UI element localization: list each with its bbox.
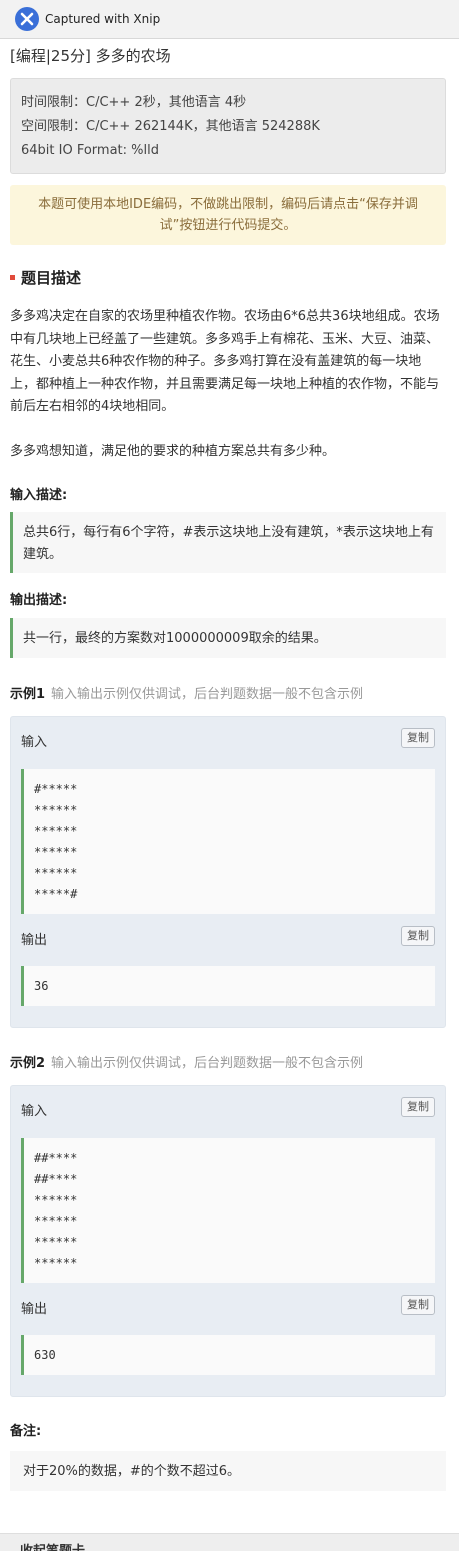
problem-description: 多多鸡决定在自家的农场里种植农作物。农场由6*6总共36块地组成。农场中有几块地… (10, 306, 446, 485)
problem-title: [编程|25分] 多多的农场 (10, 47, 171, 65)
description-heading: 题目描述 (10, 267, 81, 288)
memory-limit: 空间限制：C/C++ 262144K，其他语言 524288K (21, 119, 320, 134)
example-1-box: 输入 复制 #***** ****** ****** ****** ******… (10, 716, 446, 1028)
description-paragraph: 多多鸡想知道，满足他的要求的种植方案总共有多少种。 (10, 443, 336, 459)
xnip-caption: Captured with Xnip (45, 12, 161, 26)
xnip-logo-icon (15, 7, 39, 31)
example-1-heading: 示例1 输入输出示例仅供调试，后台判题数据一般不包含示例 (10, 687, 364, 702)
output-label: 输出 (21, 933, 48, 948)
note-heading: 备注: (10, 1424, 42, 1439)
output-description: 共一行，最终的方案数对1000000009取余的结果。 (10, 618, 446, 658)
ide-notice: 本题可使用本地IDE编码，不做跳出限制，编码后请点击“保存并调试”按钮进行代码提… (10, 185, 446, 245)
example-1-output-code: 36 (21, 966, 435, 1006)
example-2-output-code: 630 (21, 1335, 435, 1375)
input-description: 总共6行，每行有6个字符，#表示这块地上没有建筑，*表示这块地上有建筑。 (10, 512, 446, 573)
example-1-input-code: #***** ****** ****** ****** ****** *****… (21, 769, 435, 914)
note-text: 对于20%的数据，#的个数不超过6。 (10, 1451, 446, 1491)
copy-output-button[interactable]: 复制 (401, 1295, 435, 1315)
collapse-card-button[interactable]: 收起笔题卡 (20, 1540, 85, 1551)
time-limit: 时间限制：C/C++ 2秒，其他语言 4秒 (21, 95, 247, 110)
io-format: 64bit IO Format: %lld (21, 143, 159, 158)
example-2-input-code: ##**** ##**** ****** ****** ****** *****… (21, 1138, 435, 1283)
output-heading: 输出描述: (10, 593, 68, 608)
limits-box: 时间限制：C/C++ 2秒，其他语言 4秒 空间限制：C/C++ 262144K… (10, 78, 446, 174)
input-label: 输入 (21, 735, 48, 750)
copy-input-button[interactable]: 复制 (401, 1097, 435, 1117)
copy-input-button[interactable]: 复制 (401, 728, 435, 748)
bottom-toolbar: 收起笔题卡 (0, 1533, 459, 1551)
example-2-heading: 示例2 输入输出示例仅供调试，后台判题数据一般不包含示例 (10, 1056, 364, 1071)
example-2-box: 输入 复制 ##**** ##**** ****** ****** ******… (10, 1085, 446, 1397)
heading-marker-icon (10, 275, 15, 280)
copy-output-button[interactable]: 复制 (401, 926, 435, 946)
input-heading: 输入描述: (10, 488, 68, 503)
description-paragraph: 多多鸡决定在自家的农场里种植农作物。农场由6*6总共36块地组成。农场中有几块地… (10, 309, 440, 414)
xnip-caption-bar: Captured with Xnip (0, 0, 459, 39)
input-label: 输入 (21, 1104, 48, 1119)
output-label: 输出 (21, 1302, 48, 1317)
